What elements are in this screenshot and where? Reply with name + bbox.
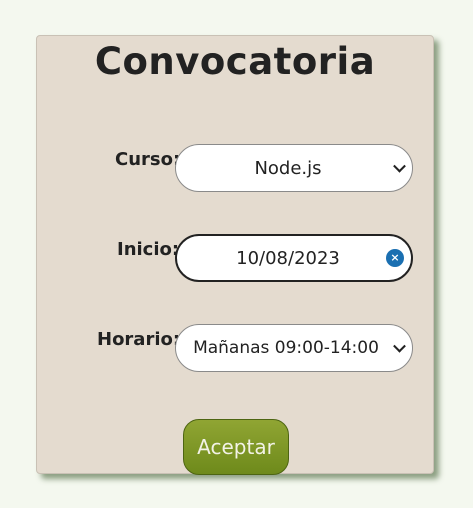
curso-label: Curso: [115, 149, 181, 170]
inicio-label: Inicio: [117, 239, 180, 260]
inicio-date-input[interactable]: 10/08/2023 × [175, 234, 413, 282]
page-title: Convocatoria [94, 40, 376, 83]
horario-label: Horario: [97, 329, 181, 350]
inicio-value: 10/08/2023 [236, 247, 340, 269]
curso-value: Node.js [254, 157, 322, 179]
aceptar-button[interactable]: Aceptar [183, 419, 289, 475]
horario-select[interactable]: Mañanas 09:00-14:00 [175, 324, 413, 372]
curso-select[interactable]: Node.js [175, 144, 413, 192]
horario-value: Mañanas 09:00-14:00 [193, 338, 379, 358]
form-card: Convocatoria Curso: Node.js Inicio: 10/0… [36, 35, 434, 475]
chevron-down-icon [393, 159, 406, 173]
clear-icon[interactable]: × [386, 249, 404, 267]
chevron-down-icon [393, 339, 406, 353]
